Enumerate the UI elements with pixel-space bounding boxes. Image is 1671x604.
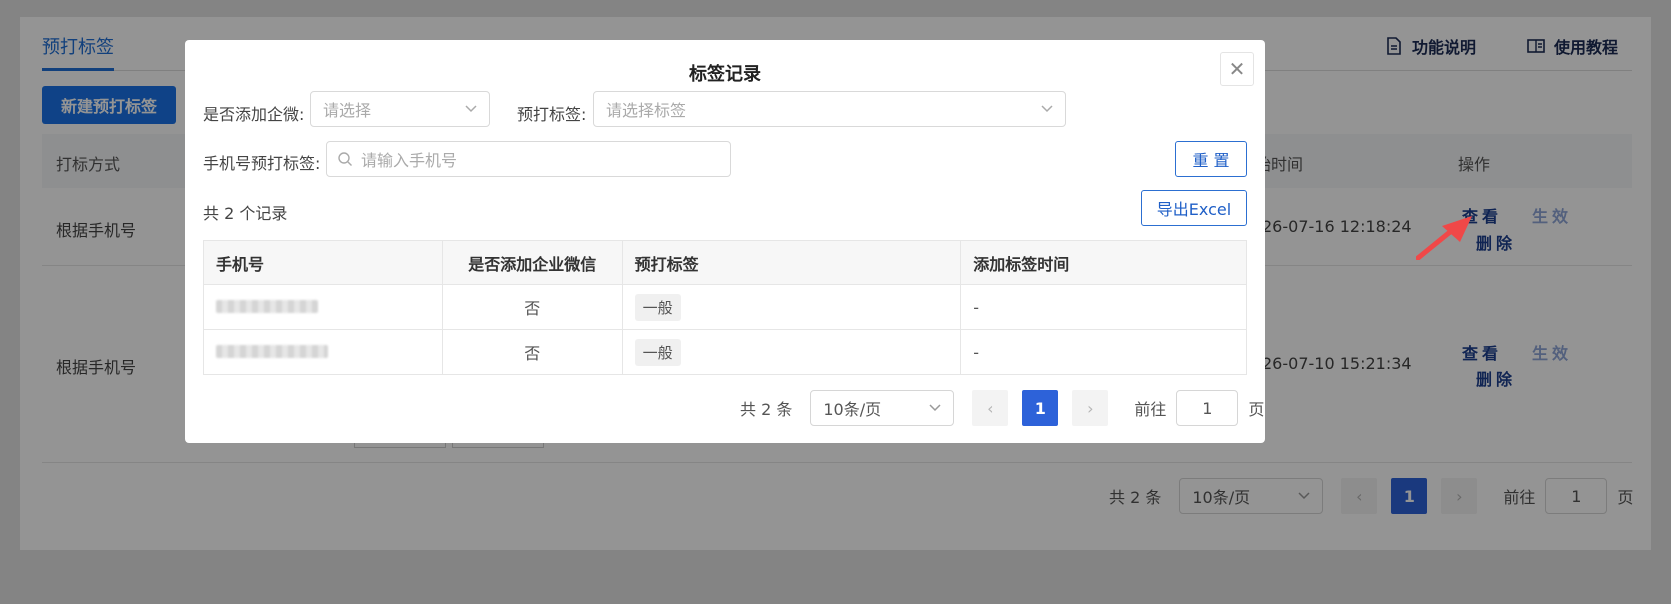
- close-icon: ✕: [1228, 57, 1246, 81]
- record-count: 共 2 个记录: [203, 204, 288, 223]
- records-table: 手机号 是否添加企业微信 预打标签 添加标签时间 否 一般 - 否 一般 -: [203, 240, 1247, 375]
- tag-badge: 一般: [634, 338, 681, 366]
- wecom-filter-label: 是否添加企微:: [203, 105, 305, 124]
- tag-time-cell: -: [960, 284, 1247, 330]
- wecom-added-cell: 否: [441, 284, 623, 330]
- chevron-down-icon: [1041, 105, 1053, 113]
- table-row: 否 一般 -: [203, 329, 1247, 375]
- chevron-left-icon: ‹: [987, 398, 994, 418]
- wecom-filter-placeholder: 请选择: [323, 101, 372, 120]
- goto-label: 前往: [1134, 400, 1167, 419]
- export-excel-button[interactable]: 导出Excel: [1141, 190, 1247, 226]
- chevron-down-icon: [929, 404, 941, 412]
- column-header-preset-tag: 预打标签: [621, 240, 962, 285]
- page-size-select[interactable]: 10条/页: [810, 390, 955, 426]
- page-number-button[interactable]: 1: [1022, 390, 1059, 426]
- table-row: 否 一般 -: [203, 284, 1247, 330]
- chevron-right-icon: ›: [1087, 398, 1094, 418]
- reset-button[interactable]: 重 置: [1175, 141, 1247, 177]
- pager-total: 共 2 条: [740, 400, 793, 419]
- dialog-title: 标签记录: [689, 64, 761, 85]
- next-page-button[interactable]: ›: [1072, 390, 1109, 426]
- table-header-row: 手机号 是否添加企业微信 预打标签 添加标签时间: [203, 240, 1247, 285]
- dialog-pagination: 共 2 条 10条/页 ‹ 1 › 前往 1 页: [740, 390, 1264, 426]
- tag-cell: 一般: [621, 284, 962, 330]
- page-size-value: 10条/页: [823, 400, 882, 419]
- tag-cell: 一般: [621, 329, 962, 375]
- pointer-arrow-annotation: [1416, 216, 1472, 260]
- phone-cell: [203, 329, 443, 375]
- chevron-down-icon: [465, 105, 477, 113]
- phone-filter-label: 手机号预打标签:: [203, 154, 321, 173]
- phone-cell: [203, 284, 443, 330]
- goto-page-input[interactable]: 1: [1176, 390, 1239, 426]
- phone-search-input[interactable]: 请输入手机号: [326, 141, 731, 177]
- search-icon: [338, 152, 352, 166]
- prev-page-button[interactable]: ‹: [972, 390, 1009, 426]
- phone-search-placeholder: 请输入手机号: [361, 151, 458, 170]
- tag-filter-select[interactable]: 请选择标签: [593, 91, 1066, 127]
- tag-filter-placeholder: 请选择标签: [606, 101, 687, 120]
- column-header-wecom-added: 是否添加企业微信: [441, 240, 623, 285]
- column-header-tag-time: 添加标签时间: [960, 240, 1247, 285]
- column-header-phone: 手机号: [203, 240, 443, 285]
- tag-records-dialog: 标签记录 ✕ 是否添加企微: 请选择 预打标签: 请选择标签 手机号预打标签: …: [185, 40, 1265, 443]
- close-button[interactable]: ✕: [1220, 52, 1254, 86]
- redacted-phone: [216, 299, 318, 313]
- wecom-filter-select[interactable]: 请选择: [310, 91, 490, 127]
- wecom-added-cell: 否: [441, 329, 623, 375]
- page-unit-label: 页: [1248, 400, 1265, 419]
- tag-filter-label: 预打标签:: [517, 105, 587, 124]
- redacted-phone: [216, 344, 328, 358]
- tag-badge: 一般: [634, 293, 681, 321]
- tag-time-cell: -: [960, 329, 1247, 375]
